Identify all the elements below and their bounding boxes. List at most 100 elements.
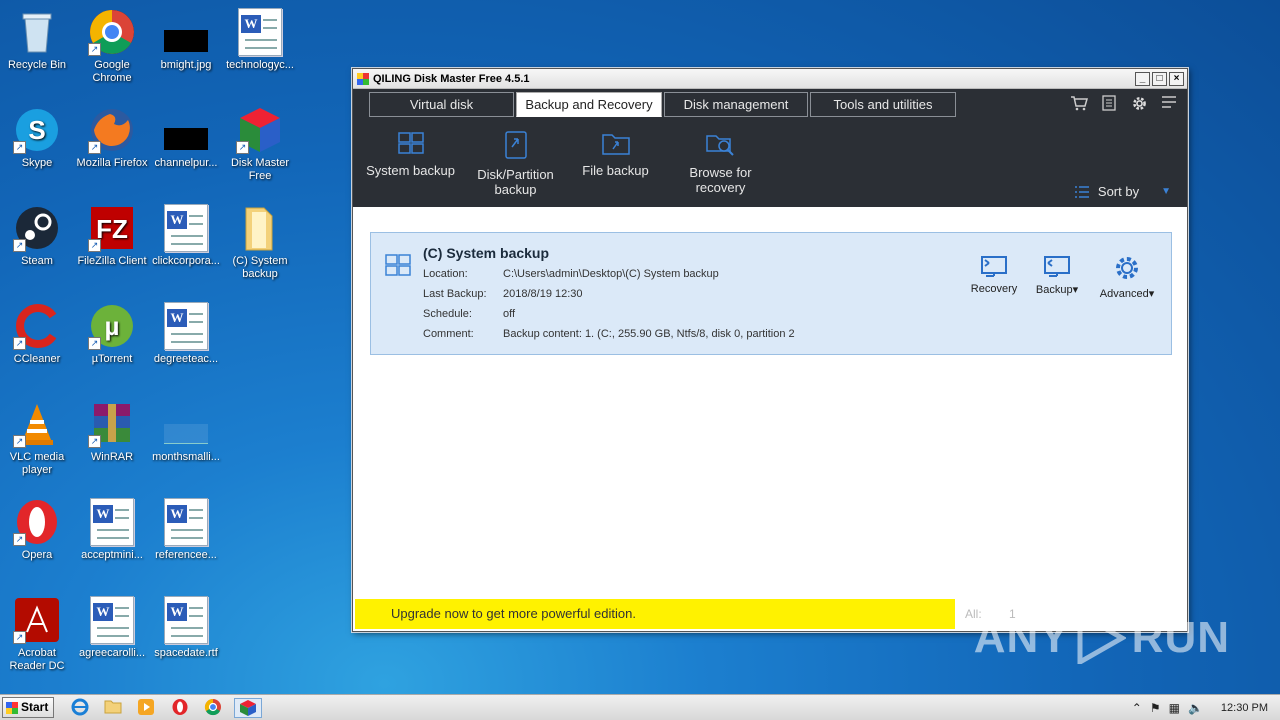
- disk-master-taskbar-icon[interactable]: [234, 698, 262, 718]
- desktop-icon-spacedate[interactable]: W spacedate.rtf: [149, 596, 223, 660]
- disk-master-cube-icon: ↗: [236, 106, 284, 154]
- recycle-bin-icon: [13, 8, 61, 56]
- desktop-icon-acceptmini[interactable]: W acceptmini...: [75, 498, 149, 562]
- desktop-icon-label: clickcorpora...: [152, 255, 220, 267]
- field-value: C:\Users\admin\Desktop\(C) System backup: [503, 268, 719, 280]
- backup-task-card[interactable]: (C) System backup Location: C:\Users\admi…: [370, 232, 1172, 355]
- desktop-icon-vlc[interactable]: ↗ VLC media player: [0, 400, 74, 477]
- cart-icon[interactable]: [1069, 95, 1089, 116]
- filezilla-icon: FZ ↗: [88, 204, 136, 252]
- log-list-icon[interactable]: [1099, 95, 1119, 116]
- upgrade-banner[interactable]: Upgrade now to get more powerful edition…: [355, 599, 955, 629]
- backup-dropdown-button[interactable]: Backup▾: [1031, 255, 1083, 296]
- backup-field-schedule: Schedule: off: [423, 308, 515, 320]
- action-toolbar: System backup Disk/Partition backup File…: [353, 119, 1187, 207]
- disk-partition-backup-button[interactable]: Disk/Partition backup: [463, 131, 568, 197]
- network-icon[interactable]: ▦: [1169, 701, 1180, 715]
- chevron-down-icon: ▼: [1161, 186, 1171, 197]
- winrar-icon: ↗: [88, 400, 136, 448]
- desktop-icon-chrome[interactable]: ↗ Google Chrome: [75, 8, 149, 85]
- system-backup-button[interactable]: System backup: [363, 131, 458, 178]
- explorer-folder-icon[interactable]: [103, 698, 123, 718]
- desktop-icon-filezilla[interactable]: FZ ↗ FileZilla Client: [75, 204, 149, 268]
- desktop-icon-label: (C) System backup: [232, 255, 288, 280]
- chevron-up-icon[interactable]: ⌃: [1132, 701, 1142, 715]
- recovery-monitor-icon: [981, 256, 1007, 277]
- desktop-icon-acrobat[interactable]: ↗ Acrobat Reader DC: [0, 596, 74, 673]
- maximize-button[interactable]: □: [1152, 71, 1167, 86]
- backup-field-comment: Comment: Backup content: 1. (C:, 255.90 G…: [423, 328, 795, 340]
- file-backup-button[interactable]: File backup: [573, 131, 658, 178]
- desktop-icon-label: Disk Master Free: [230, 157, 290, 182]
- watermark-text-run: RUN: [1131, 613, 1230, 662]
- recovery-button[interactable]: Recovery: [969, 255, 1019, 295]
- desktop-icon-utorrent[interactable]: µ ↗ µTorrent: [75, 302, 149, 366]
- field-key: Location:: [423, 268, 468, 280]
- desktop-icon-skype[interactable]: S ↗ Skype: [0, 106, 74, 170]
- start-button[interactable]: Start: [2, 697, 54, 718]
- tab-disk-management[interactable]: Disk management: [664, 92, 808, 117]
- desktop-icon-degreeteac[interactable]: W degreeteac...: [149, 302, 223, 366]
- tab-backup-and-recovery[interactable]: Backup and Recovery: [516, 92, 662, 117]
- svg-text:µ: µ: [105, 311, 120, 341]
- field-key: Last Backup:: [423, 288, 487, 300]
- menu-icon[interactable]: [1159, 95, 1179, 116]
- ccleaner-icon: ↗: [13, 302, 61, 350]
- desktop-icon-bmight[interactable]: bmight.jpg: [149, 8, 223, 72]
- start-label: Start: [21, 700, 49, 714]
- acrobat-reader-icon: ↗: [13, 596, 61, 644]
- word-document-icon: W: [88, 596, 136, 644]
- tab-tools-and-utilities[interactable]: Tools and utilities: [810, 92, 956, 117]
- backup-list-area: (C) System backup Location: C:\Users\admi…: [353, 207, 1187, 631]
- action-center-flag-icon[interactable]: ⚑: [1150, 701, 1161, 715]
- advanced-label: Advanced▾: [1099, 288, 1155, 300]
- internet-explorer-icon[interactable]: [70, 698, 90, 718]
- tab-virtual-disk[interactable]: Virtual disk: [369, 92, 514, 117]
- desktop-icon-monthsmalli[interactable]: monthsmalli...: [149, 400, 223, 464]
- advanced-dropdown-button[interactable]: Advanced▾: [1093, 255, 1161, 300]
- shortcut-arrow-icon: ↗: [236, 141, 249, 154]
- desktop-icon-channelpur[interactable]: channelpur...: [149, 106, 223, 170]
- volume-icon[interactable]: 🔈: [1188, 701, 1203, 715]
- desktop-icon-recycle-bin[interactable]: Recycle Bin: [0, 8, 74, 72]
- opera-taskbar-icon[interactable]: [170, 698, 190, 718]
- minimize-button[interactable]: _: [1135, 71, 1150, 86]
- browse-for-recovery-button[interactable]: Browse for recovery: [673, 131, 768, 195]
- word-document-icon: W: [88, 498, 136, 546]
- system-tray: ⌃ ⚑ ▦ 🔈 12:30 PM: [1120, 695, 1280, 720]
- backup-monitor-icon: [1044, 256, 1070, 277]
- desktop-icon-label: Mozilla Firefox: [76, 157, 148, 169]
- desktop-icon-label: bmight.jpg: [160, 59, 212, 71]
- desktop-icon-winrar[interactable]: ↗ WinRAR: [75, 400, 149, 464]
- field-value: off: [503, 308, 516, 320]
- gear-icon[interactable]: [1129, 95, 1149, 116]
- desktop-icon-clickcorpora[interactable]: W clickcorpora...: [149, 204, 223, 268]
- shortcut-arrow-icon: ↗: [13, 533, 26, 546]
- close-button[interactable]: ×: [1169, 71, 1184, 86]
- desktop-icon-technologyc[interactable]: W technologyc...: [223, 8, 297, 72]
- field-value: Backup content: 1. (C:, 255.90 GB, Ntfs/…: [503, 328, 795, 340]
- backup-task-title: (C) System backup: [423, 245, 550, 261]
- desktop-icon-disk-master[interactable]: ↗ Disk Master Free: [223, 106, 297, 183]
- desktop-icon-label: Opera: [21, 549, 53, 561]
- desktop-icon-ccleaner[interactable]: ↗ CCleaner: [0, 302, 74, 366]
- media-player-icon[interactable]: [136, 698, 156, 718]
- tab-bar: Virtual disk Backup and Recovery Disk ma…: [353, 89, 1187, 119]
- word-document-icon: W: [162, 302, 210, 350]
- word-document-icon: W: [236, 8, 284, 56]
- field-key: Schedule:: [423, 308, 472, 320]
- tray-clock[interactable]: 12:30 PM: [1221, 702, 1268, 714]
- desktop-icon-firefox[interactable]: ↗ Mozilla Firefox: [75, 106, 149, 170]
- sort-by-dropdown[interactable]: Sort by ▼: [1074, 184, 1171, 199]
- chrome-taskbar-icon[interactable]: [203, 698, 223, 718]
- desktop-icon-opera[interactable]: ↗ Opera: [0, 498, 74, 562]
- desktop-icon-label: Acrobat Reader DC: [9, 647, 65, 672]
- windows-logo-icon: [385, 254, 411, 276]
- shortcut-arrow-icon: ↗: [88, 337, 101, 350]
- window-titlebar[interactable]: QILING Disk Master Free 4.5.1 _ □ ×: [353, 69, 1187, 89]
- desktop-icon-system-backup-folder[interactable]: (C) System backup: [223, 204, 297, 281]
- windows-logo-icon: [397, 132, 424, 154]
- desktop-icon-agreecarolli[interactable]: W agreecarolli...: [75, 596, 149, 660]
- desktop-icon-steam[interactable]: ↗ Steam: [0, 204, 74, 268]
- desktop-icon-referencee[interactable]: W referencee...: [149, 498, 223, 562]
